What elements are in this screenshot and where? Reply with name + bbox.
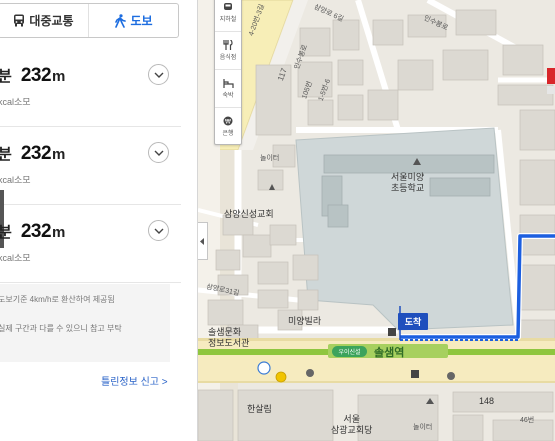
restaurant-icon bbox=[223, 40, 233, 50]
bed-icon bbox=[222, 78, 234, 88]
route-time-unit: 분 bbox=[0, 65, 12, 86]
route-option-1[interactable]: 분 232 m kcal소모 bbox=[0, 49, 181, 127]
chevron-down-icon bbox=[154, 228, 163, 234]
playground-label: 놀이터 bbox=[260, 155, 280, 162]
church2-label: 서울 삼광교회당 bbox=[331, 414, 373, 435]
collapse-panel-button[interactable] bbox=[198, 222, 208, 260]
category-label: 은행 bbox=[222, 131, 234, 137]
hansalim-label: 한살림 bbox=[247, 404, 272, 414]
church-label: 삼양신성교회 bbox=[224, 209, 274, 219]
map-view[interactable]: 지하철 음식점 숙박 ₩ 은행 서울미양 초등학교 삼양신성교회 미양빌라 솔샘… bbox=[198, 0, 555, 441]
expand-route-button[interactable] bbox=[148, 220, 169, 241]
tab-public-transit[interactable]: 대중교통 bbox=[0, 4, 88, 37]
school-label: 서울미양 초등학교 bbox=[391, 172, 425, 193]
category-lodging[interactable]: 숙박 bbox=[215, 69, 241, 107]
villa-label: 미양빌라 bbox=[288, 316, 322, 326]
tab-walk-label: 도보 bbox=[130, 14, 153, 28]
chevron-down-icon bbox=[154, 150, 163, 156]
category-label: 음식점 bbox=[219, 55, 237, 61]
route-kcal: kcal소모 bbox=[0, 97, 31, 107]
subway-icon bbox=[224, 2, 232, 10]
route-distance-unit: m bbox=[52, 224, 66, 241]
category-restaurant[interactable]: 음식점 bbox=[215, 31, 241, 69]
route-distance: 232 bbox=[20, 143, 52, 164]
transport-mode-tabs: 대중교통 도보 bbox=[0, 3, 179, 38]
route-option-2[interactable]: 분 232 m kcal소모 bbox=[0, 127, 181, 205]
svg-text:₩: ₩ bbox=[225, 119, 231, 126]
building-number-46: 46번 bbox=[520, 417, 535, 424]
route-option-3[interactable]: 분 232 m kcal소모 bbox=[0, 205, 181, 283]
library-label: 솔샘문화 정보도서관 bbox=[208, 327, 250, 348]
tab-public-transit-label: 대중교통 bbox=[29, 14, 74, 28]
chevron-down-icon bbox=[154, 72, 163, 78]
route-time-unit: 분 bbox=[0, 221, 12, 242]
route-time-unit: 분 bbox=[0, 143, 12, 164]
bank-icon: ₩ bbox=[223, 116, 233, 126]
walk-icon bbox=[114, 13, 127, 28]
route-distance-unit: m bbox=[52, 68, 66, 85]
category-bank[interactable]: ₩ 은행 bbox=[215, 107, 241, 145]
playground2-label: 놀이터 bbox=[413, 424, 433, 431]
report-error-link[interactable]: 틀린정보 신고 > bbox=[101, 373, 168, 388]
notice-line-1: 도보기준 4km/h로 환산하여 제공됨 bbox=[0, 295, 115, 304]
category-label: 지하철 bbox=[219, 16, 237, 23]
route-kcal: kcal소모 bbox=[0, 253, 31, 263]
notice-line-2: 실제 구간과 다를 수 있으니 참고 부탁 bbox=[0, 324, 122, 333]
route-distance-unit: m bbox=[52, 146, 66, 163]
expand-route-button[interactable] bbox=[148, 142, 169, 163]
tab-walk[interactable]: 도보 bbox=[88, 4, 178, 37]
bus-icon bbox=[13, 14, 25, 27]
station-label: 솔샘역 bbox=[374, 347, 405, 359]
walking-notice: 도보기준 4km/h로 환산하여 제공됨 실제 구간과 다를 수 있으니 참고 … bbox=[0, 284, 170, 362]
building-number-148: 148 bbox=[479, 396, 495, 406]
expand-route-button[interactable] bbox=[148, 64, 169, 85]
map-canvas bbox=[198, 0, 555, 441]
subway-line-badge: 우이신설 bbox=[332, 346, 367, 357]
route-distance: 232 bbox=[20, 221, 52, 242]
poi-category-toolbar: 지하철 음식점 숙박 ₩ 은행 bbox=[214, 0, 242, 145]
category-label: 숙박 bbox=[222, 92, 234, 99]
category-subway[interactable]: 지하철 bbox=[215, 0, 241, 31]
chevron-left-icon bbox=[200, 237, 204, 245]
destination-flag[interactable]: 도착 bbox=[398, 313, 428, 330]
route-panel: 대중교통 도보 분 232 m kcal소모 분 232 m kcal소모 bbox=[0, 0, 198, 441]
route-kcal: kcal소모 bbox=[0, 175, 31, 185]
route-distance: 232 bbox=[20, 65, 52, 86]
